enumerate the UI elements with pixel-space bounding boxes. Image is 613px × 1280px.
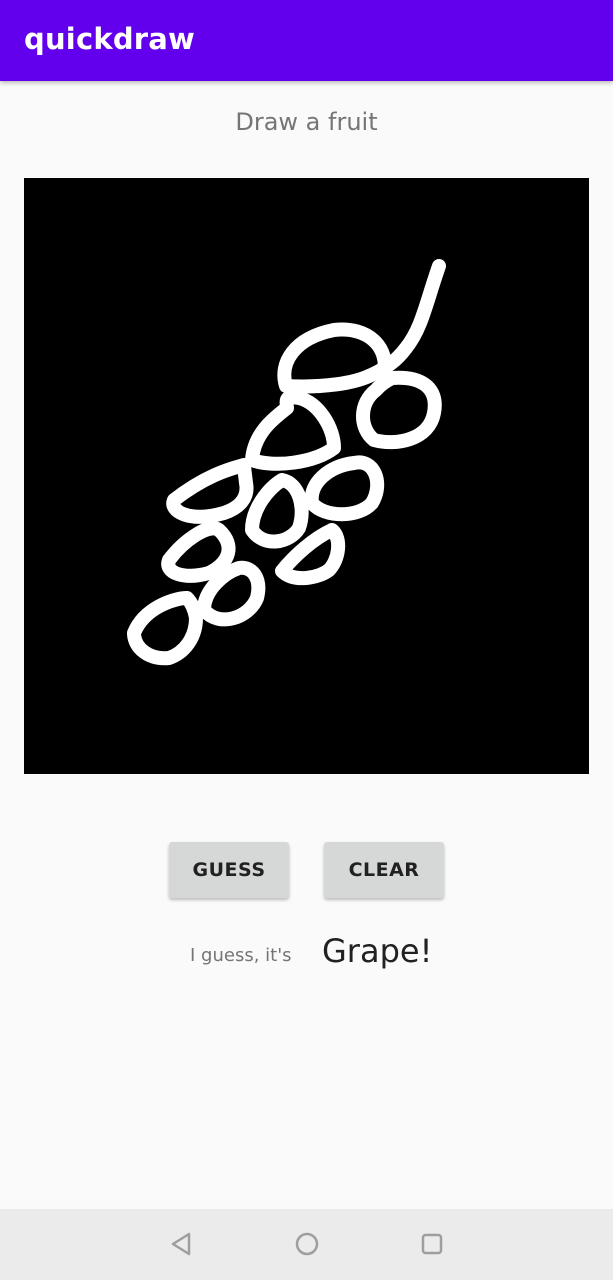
nav-recents-button[interactable] — [397, 1209, 467, 1280]
nav-back-button[interactable] — [147, 1209, 217, 1280]
square-recents-icon — [421, 1233, 443, 1255]
grape-stroke — [277, 322, 392, 394]
grape-stroke — [245, 390, 341, 471]
triangle-back-icon — [171, 1232, 191, 1256]
grape-stroke — [245, 473, 309, 549]
grape-stroke — [356, 370, 442, 450]
drawing-prompt: Draw a fruit — [235, 108, 378, 136]
system-nav-bar — [0, 1209, 613, 1280]
grape-stroke — [161, 521, 236, 583]
drawing-canvas[interactable] — [24, 178, 589, 774]
app-bar: quickdraw — [0, 0, 613, 81]
grape-stroke — [127, 591, 203, 666]
grape-drawing — [127, 259, 446, 666]
clear-button[interactable]: CLEAR — [324, 842, 444, 898]
grape-stroke — [304, 455, 385, 522]
guess-button[interactable]: GUESS — [169, 842, 289, 898]
grape-stroke — [166, 458, 254, 524]
app-title: quickdraw — [24, 22, 196, 56]
nav-home-button[interactable] — [272, 1209, 342, 1280]
result-value: Grape! — [322, 932, 433, 970]
circle-home-icon — [295, 1232, 319, 1256]
result-label: I guess, it's — [190, 945, 292, 966]
